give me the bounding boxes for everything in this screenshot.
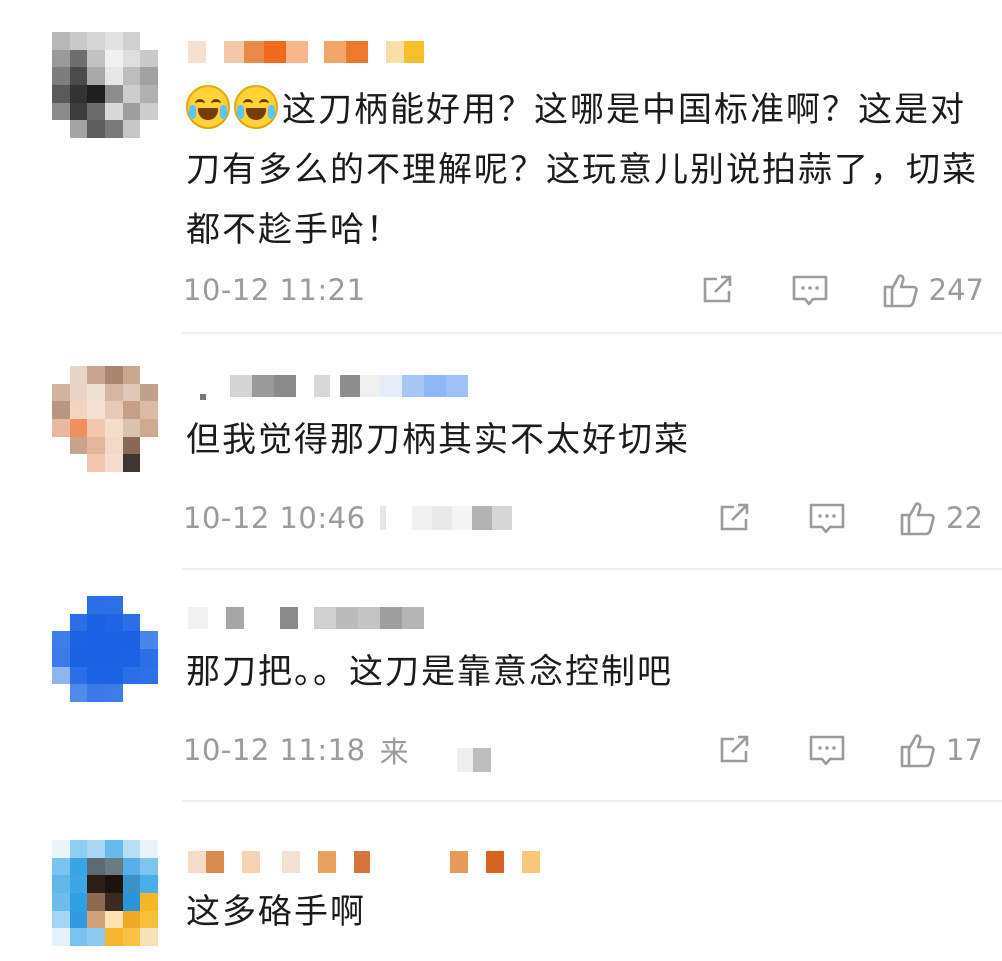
timestamp: 10-12 11:18 <box>183 733 366 767</box>
like-count: 247 <box>928 273 984 307</box>
laughing-crying-emoji-icon <box>234 85 278 129</box>
share-icon <box>703 275 731 303</box>
avatar[interactable] <box>52 840 158 946</box>
comment-meta: 10-12 11:18 来 <box>183 728 492 772</box>
like-button[interactable]: 22 <box>898 498 984 538</box>
username-redacted[interactable] <box>188 366 468 406</box>
source-redacted <box>457 748 492 772</box>
comment-actions: 247 <box>699 268 984 312</box>
comment-body: 那刀把。。这刀是靠意念控制吧 <box>186 652 673 692</box>
like-button[interactable]: 17 <box>898 730 984 770</box>
thumbs-up-icon <box>883 274 918 308</box>
comment-icon <box>809 503 845 534</box>
avatar[interactable] <box>52 596 158 702</box>
timestamp: 10-12 10:46 <box>183 501 366 535</box>
username-redacted[interactable] <box>188 598 424 638</box>
reply-button[interactable] <box>808 732 846 768</box>
comment-icon <box>809 735 845 766</box>
like-count: 22 <box>946 501 983 535</box>
share-icon <box>720 503 749 531</box>
comment-body: 这刀柄能好用？这哪是中国标准啊？这是对刀有多么的不理解呢？这玩意儿别说拍蒜了，切… <box>186 90 978 250</box>
reply-button[interactable] <box>808 500 846 536</box>
comment-text: 那刀把。。这刀是靠意念控制吧 <box>186 642 984 702</box>
like-count: 17 <box>946 733 983 767</box>
comment-text: 但我觉得那刀柄其实不太好切菜 <box>186 410 984 470</box>
avatar[interactable] <box>52 32 158 138</box>
comment-meta: 10-12 10:46 <box>183 496 512 540</box>
share-button[interactable] <box>699 272 735 308</box>
share-icon <box>720 735 749 763</box>
source-redacted <box>379 506 512 530</box>
thumbs-up-icon <box>900 502 935 536</box>
share-button[interactable] <box>716 500 752 536</box>
source-label: 来 <box>379 735 410 769</box>
comment-actions: 17 <box>716 728 984 772</box>
share-button[interactable] <box>716 732 752 768</box>
divider <box>182 332 1002 334</box>
username-redacted[interactable] <box>188 32 424 72</box>
comment-icon <box>792 275 827 306</box>
laughing-crying-emoji-icon <box>186 85 230 129</box>
divider <box>182 800 1002 802</box>
comment-text: 这刀柄能好用？这哪是中国标准啊？这是对刀有多么的不理解呢？这玩意儿别说拍蒜了，切… <box>186 80 984 260</box>
comment-text: 这多硌手啊 <box>186 882 984 942</box>
avatar[interactable] <box>52 366 158 472</box>
username-redacted[interactable] <box>188 842 540 882</box>
comment-meta: 10-12 11:21 <box>183 268 366 312</box>
comment-actions: 22 <box>716 496 984 540</box>
reply-button[interactable] <box>791 272 829 308</box>
timestamp: 10-12 11:21 <box>183 273 366 307</box>
divider <box>182 568 1002 570</box>
comment-body: 这多硌手啊 <box>186 892 366 932</box>
thumbs-up-icon <box>900 734 935 768</box>
comment-body: 但我觉得那刀柄其实不太好切菜 <box>186 420 690 460</box>
like-button[interactable]: 247 <box>881 270 984 310</box>
